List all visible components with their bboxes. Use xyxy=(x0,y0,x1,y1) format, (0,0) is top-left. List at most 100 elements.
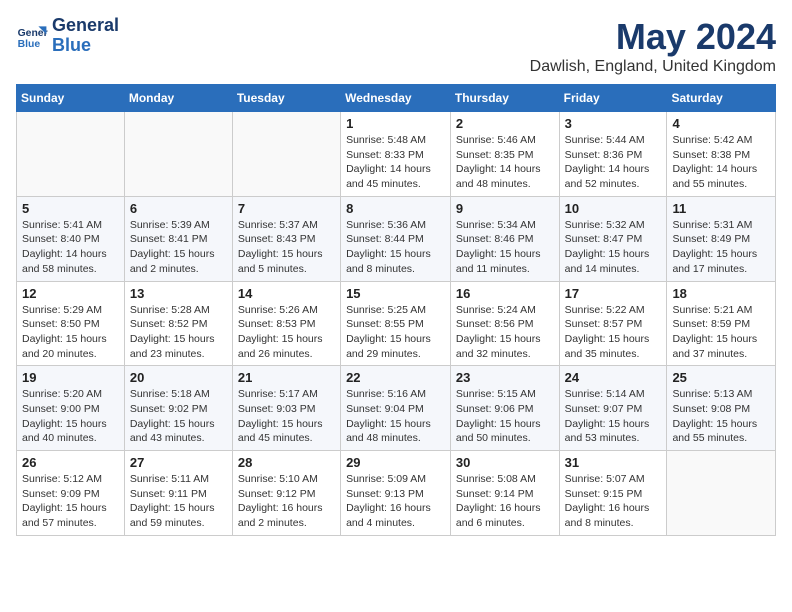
day-number: 31 xyxy=(565,455,662,470)
day-number: 22 xyxy=(346,370,445,385)
day-info: Sunrise: 5:39 AMSunset: 8:41 PMDaylight:… xyxy=(130,218,227,277)
day-number: 21 xyxy=(238,370,335,385)
day-number: 4 xyxy=(672,116,770,131)
day-number: 14 xyxy=(238,286,335,301)
day-number: 16 xyxy=(456,286,554,301)
day-info: Sunrise: 5:31 AMSunset: 8:49 PMDaylight:… xyxy=(672,218,770,277)
day-number: 7 xyxy=(238,201,335,216)
col-saturday: Saturday xyxy=(667,85,776,112)
calendar-cell xyxy=(124,112,232,197)
day-number: 8 xyxy=(346,201,445,216)
logo-text: General Blue xyxy=(52,16,119,56)
calendar-cell: 7 Sunrise: 5:37 AMSunset: 8:43 PMDaylight… xyxy=(232,196,340,281)
day-number: 23 xyxy=(456,370,554,385)
calendar-cell: 4 Sunrise: 5:42 AMSunset: 8:38 PMDaylight… xyxy=(667,112,776,197)
day-number: 19 xyxy=(22,370,119,385)
day-info: Sunrise: 5:20 AMSunset: 9:00 PMDaylight:… xyxy=(22,387,119,446)
calendar-cell: 15 Sunrise: 5:25 AMSunset: 8:55 PMDayligh… xyxy=(341,281,451,366)
day-number: 18 xyxy=(672,286,770,301)
day-number: 2 xyxy=(456,116,554,131)
day-number: 27 xyxy=(130,455,227,470)
day-info: Sunrise: 5:24 AMSunset: 8:56 PMDaylight:… xyxy=(456,303,554,362)
logo: General Blue General Blue xyxy=(16,16,119,56)
calendar-title: May 2024 xyxy=(530,16,776,58)
calendar-cell: 5 Sunrise: 5:41 AMSunset: 8:40 PMDaylight… xyxy=(17,196,125,281)
page-header: General Blue General Blue May 2024 Dawli… xyxy=(16,16,776,76)
day-info: Sunrise: 5:09 AMSunset: 9:13 PMDaylight:… xyxy=(346,472,445,531)
calendar-cell: 25 Sunrise: 5:13 AMSunset: 9:08 PMDayligh… xyxy=(667,366,776,451)
day-info: Sunrise: 5:10 AMSunset: 9:12 PMDaylight:… xyxy=(238,472,335,531)
day-number: 20 xyxy=(130,370,227,385)
day-number: 15 xyxy=(346,286,445,301)
calendar-week-4: 19 Sunrise: 5:20 AMSunset: 9:00 PMDayligh… xyxy=(17,366,776,451)
calendar-cell: 27Sunrise: 5:11 AMSunset: 9:11 PMDayligh… xyxy=(124,451,232,536)
day-number: 30 xyxy=(456,455,554,470)
calendar-cell: 2Sunrise: 5:46 AMSunset: 8:35 PMDaylight… xyxy=(450,112,559,197)
col-tuesday: Tuesday xyxy=(232,85,340,112)
col-thursday: Thursday xyxy=(450,85,559,112)
calendar-cell xyxy=(17,112,125,197)
calendar-cell: 13 Sunrise: 5:28 AMSunset: 8:52 PMDayligh… xyxy=(124,281,232,366)
calendar-week-3: 12 Sunrise: 5:29 AMSunset: 8:50 PMDayligh… xyxy=(17,281,776,366)
calendar-cell: 9Sunrise: 5:34 AMSunset: 8:46 PMDaylight… xyxy=(450,196,559,281)
calendar-cell: 11 Sunrise: 5:31 AMSunset: 8:49 PMDayligh… xyxy=(667,196,776,281)
day-number: 1 xyxy=(346,116,445,131)
day-info: Sunrise: 5:15 AMSunset: 9:06 PMDaylight:… xyxy=(456,387,554,446)
calendar-week-2: 5 Sunrise: 5:41 AMSunset: 8:40 PMDaylight… xyxy=(17,196,776,281)
calendar-table: Sunday Monday Tuesday Wednesday Thursday… xyxy=(16,84,776,536)
calendar-cell: 20 Sunrise: 5:18 AMSunset: 9:02 PMDayligh… xyxy=(124,366,232,451)
day-number: 28 xyxy=(238,455,335,470)
calendar-cell xyxy=(232,112,340,197)
day-info: Sunrise: 5:34 AMSunset: 8:46 PMDaylight:… xyxy=(456,218,554,277)
day-info: Sunrise: 5:41 AMSunset: 8:40 PMDaylight:… xyxy=(22,218,119,277)
calendar-cell: 12 Sunrise: 5:29 AMSunset: 8:50 PMDayligh… xyxy=(17,281,125,366)
day-number: 12 xyxy=(22,286,119,301)
calendar-header: Sunday Monday Tuesday Wednesday Thursday… xyxy=(17,85,776,112)
day-info: Sunrise: 5:16 AMSunset: 9:04 PMDaylight:… xyxy=(346,387,445,446)
calendar-cell: 23 Sunrise: 5:15 AMSunset: 9:06 PMDayligh… xyxy=(450,366,559,451)
day-info: Sunrise: 5:21 AMSunset: 8:59 PMDaylight:… xyxy=(672,303,770,362)
calendar-cell: 3 Sunrise: 5:44 AMSunset: 8:36 PMDaylight… xyxy=(559,112,667,197)
day-info: Sunrise: 5:28 AMSunset: 8:52 PMDaylight:… xyxy=(130,303,227,362)
col-wednesday: Wednesday xyxy=(341,85,451,112)
day-number: 5 xyxy=(22,201,119,216)
day-info: Sunrise: 5:22 AMSunset: 8:57 PMDaylight:… xyxy=(565,303,662,362)
header-row: Sunday Monday Tuesday Wednesday Thursday… xyxy=(17,85,776,112)
day-info: Sunrise: 5:26 AMSunset: 8:53 PMDaylight:… xyxy=(238,303,335,362)
calendar-cell: 30Sunrise: 5:08 AMSunset: 9:14 PMDayligh… xyxy=(450,451,559,536)
calendar-cell: 22 Sunrise: 5:16 AMSunset: 9:04 PMDayligh… xyxy=(341,366,451,451)
day-number: 10 xyxy=(565,201,662,216)
day-info: Sunrise: 5:36 AMSunset: 8:44 PMDaylight:… xyxy=(346,218,445,277)
calendar-cell: 24Sunrise: 5:14 AMSunset: 9:07 PMDayligh… xyxy=(559,366,667,451)
calendar-cell: 1 Sunrise: 5:48 AMSunset: 8:33 PMDaylight… xyxy=(341,112,451,197)
day-info: Sunrise: 5:44 AMSunset: 8:36 PMDaylight:… xyxy=(565,133,662,192)
day-info: Sunrise: 5:37 AMSunset: 8:43 PMDaylight:… xyxy=(238,218,335,277)
calendar-cell: 8 Sunrise: 5:36 AMSunset: 8:44 PMDaylight… xyxy=(341,196,451,281)
calendar-week-1: 1 Sunrise: 5:48 AMSunset: 8:33 PMDaylight… xyxy=(17,112,776,197)
day-info: Sunrise: 5:42 AMSunset: 8:38 PMDaylight:… xyxy=(672,133,770,192)
col-sunday: Sunday xyxy=(17,85,125,112)
col-monday: Monday xyxy=(124,85,232,112)
day-number: 25 xyxy=(672,370,770,385)
calendar-cell: 6Sunrise: 5:39 AMSunset: 8:41 PMDaylight… xyxy=(124,196,232,281)
calendar-cell: 28 Sunrise: 5:10 AMSunset: 9:12 PMDayligh… xyxy=(232,451,340,536)
day-info: Sunrise: 5:25 AMSunset: 8:55 PMDaylight:… xyxy=(346,303,445,362)
svg-text:Blue: Blue xyxy=(18,39,41,50)
calendar-cell: 14 Sunrise: 5:26 AMSunset: 8:53 PMDayligh… xyxy=(232,281,340,366)
day-info: Sunrise: 5:14 AMSunset: 9:07 PMDaylight:… xyxy=(565,387,662,446)
col-friday: Friday xyxy=(559,85,667,112)
calendar-cell xyxy=(667,451,776,536)
calendar-subtitle: Dawlish, England, United Kingdom xyxy=(530,58,776,76)
calendar-cell: 10Sunrise: 5:32 AMSunset: 8:47 PMDayligh… xyxy=(559,196,667,281)
day-info: Sunrise: 5:29 AMSunset: 8:50 PMDaylight:… xyxy=(22,303,119,362)
calendar-cell: 18 Sunrise: 5:21 AMSunset: 8:59 PMDayligh… xyxy=(667,281,776,366)
day-number: 3 xyxy=(565,116,662,131)
day-info: Sunrise: 5:18 AMSunset: 9:02 PMDaylight:… xyxy=(130,387,227,446)
day-number: 11 xyxy=(672,201,770,216)
day-info: Sunrise: 5:48 AMSunset: 8:33 PMDaylight:… xyxy=(346,133,445,192)
day-number: 13 xyxy=(130,286,227,301)
calendar-cell: 19 Sunrise: 5:20 AMSunset: 9:00 PMDayligh… xyxy=(17,366,125,451)
logo-line2: Blue xyxy=(52,36,119,56)
day-info: Sunrise: 5:13 AMSunset: 9:08 PMDaylight:… xyxy=(672,387,770,446)
calendar-cell: 17Sunrise: 5:22 AMSunset: 8:57 PMDayligh… xyxy=(559,281,667,366)
